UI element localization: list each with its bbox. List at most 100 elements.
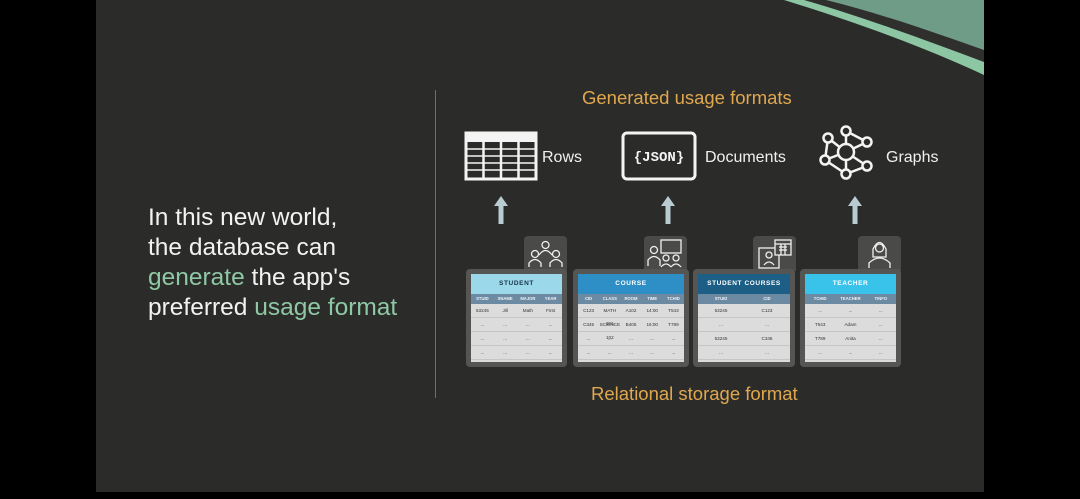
table-cell: T789 <box>814 336 826 341</box>
documents-label: Documents <box>705 149 786 166</box>
json-document-icon: {JSON} <box>621 131 697 181</box>
course-table-card: COURSE CID CLASS ROOM TIME TCHID C123 MAT… <box>573 269 689 367</box>
column-header: TEACHER <box>840 296 861 301</box>
table-row: ............ <box>471 318 562 332</box>
table-cell: 53245 <box>475 308 489 313</box>
table-row: ............... <box>578 332 684 346</box>
table-cell: ... <box>878 308 883 313</box>
student-table-card: STUDENT STUID SNAME MAJOR YEAR 53245 Jill… <box>466 269 567 367</box>
table-row: C123 MATH 201 A102 14:00 T543 <box>578 304 684 326</box>
column-header: STUID <box>476 296 489 301</box>
table-cell: ... <box>503 322 508 327</box>
highlight-generate: generate <box>148 264 245 291</box>
headline-line-4: preferred usage format <box>148 294 398 321</box>
table-cell: ... <box>878 350 883 355</box>
teacher-table-card: TEACHER TCHID TEACHER TINFO ......... T5… <box>800 269 901 367</box>
table-cell: ... <box>765 350 769 355</box>
rows-label: Rows <box>542 149 583 166</box>
top-heading: Generated usage formats <box>582 87 792 108</box>
table-cell: ... <box>586 336 591 341</box>
table-cell: T789 <box>668 322 679 327</box>
slide: In this new world, the database can gene… <box>96 0 984 492</box>
student-table: STUDENT STUID SNAME MAJOR YEAR 53245 Jill… <box>471 274 562 362</box>
table-cell: ... <box>671 350 676 355</box>
table-cell: 53245 <box>714 308 728 313</box>
table-title: COURSE <box>578 274 684 294</box>
table-row: 53245 C123 <box>698 304 790 318</box>
table-row: T543 Adam... <box>805 318 896 332</box>
graph-network-icon <box>819 125 873 180</box>
table-cell: ... <box>878 322 883 327</box>
table-cell: A102 <box>625 308 637 313</box>
bottom-heading: Relational storage format <box>591 383 798 404</box>
decorative-sweep <box>784 0 984 75</box>
column-header: TCHID <box>813 296 827 301</box>
table-cell: 53245 <box>714 336 728 341</box>
table-cell: ... <box>671 336 676 341</box>
table-cell: ... <box>719 322 723 327</box>
table-cell: 16:00 <box>646 322 658 327</box>
table-row: 53245 Jill Math First <box>471 304 562 318</box>
table-cell: ... <box>848 350 853 355</box>
table-cell: ... <box>765 322 769 327</box>
classroom-presentation-icon <box>647 239 682 268</box>
table-title: STUDENT COURSES <box>698 274 790 294</box>
highlight-usage-format: usage format <box>254 294 398 321</box>
table-cell: ... <box>548 350 553 355</box>
table-cell: ... <box>629 336 633 341</box>
column-header: CID <box>584 296 593 301</box>
table-cell: First <box>546 308 556 313</box>
table-cell: C123 <box>761 308 773 313</box>
column-headers: STUID SNAME MAJOR YEAR <box>471 294 562 304</box>
table-cell: ... <box>650 336 655 341</box>
headline-line-1: In this new world, <box>148 204 338 231</box>
student-courses-tab <box>753 236 796 271</box>
table-cell: ... <box>607 350 612 355</box>
column-header: TIME <box>647 296 658 301</box>
table-cell: ... <box>818 350 823 355</box>
up-arrow-icon <box>494 196 508 224</box>
table-cell: C123 <box>583 308 595 313</box>
table-cell: ... <box>548 336 553 341</box>
table-cell: ... <box>525 350 530 355</box>
table-cell: ... <box>818 308 823 313</box>
table-row: ............ <box>471 346 562 360</box>
table-cell: T543 <box>668 308 679 313</box>
table-row: ...... <box>698 346 790 360</box>
table-cell: ... <box>525 336 530 341</box>
table-cell: Adam <box>844 322 857 327</box>
table-cell: B405 <box>625 322 637 327</box>
column-header: TINFO <box>874 296 888 301</box>
headline-line-3: generate the app's <box>148 264 351 291</box>
table-cell: ... <box>480 322 485 327</box>
table-cell: Jill <box>502 308 508 313</box>
table-cell: MATH 201 <box>603 308 617 326</box>
up-arrow-icon <box>661 196 675 224</box>
table-row: ............... <box>578 346 684 360</box>
student-tab <box>524 236 567 271</box>
table-cell: ... <box>525 322 530 327</box>
column-header: STUID <box>714 296 728 301</box>
table-cell: ... <box>480 350 485 355</box>
headline-line-2: the database can <box>148 234 336 261</box>
column-header: MAJOR <box>520 296 536 301</box>
table-cell: C345 <box>761 336 773 341</box>
svg-text:{JSON}: {JSON} <box>634 150 684 166</box>
table-grid-icon <box>464 131 538 181</box>
column-header: YEAR <box>544 296 557 301</box>
teacher-table: TEACHER TCHID TEACHER TINFO ......... T5… <box>805 274 896 362</box>
column-headers: STUID CID <box>698 294 790 304</box>
table-row: 53245 C345 <box>698 332 790 346</box>
table-cell: ... <box>586 350 591 355</box>
column-header: ROOM <box>624 296 638 301</box>
table-cell: C345 <box>583 322 595 327</box>
table-cell: ... <box>848 308 853 313</box>
column-header: CLASS <box>602 296 617 301</box>
graphs-label: Graphs <box>886 149 939 166</box>
column-headers: TCHID TEACHER TINFO <box>805 294 896 304</box>
table-cell: Anita <box>845 336 856 341</box>
table-cell: T543 <box>814 322 826 327</box>
table-cell: ... <box>480 336 485 341</box>
table-cell: ... <box>503 350 508 355</box>
teacher-icon <box>868 241 891 268</box>
